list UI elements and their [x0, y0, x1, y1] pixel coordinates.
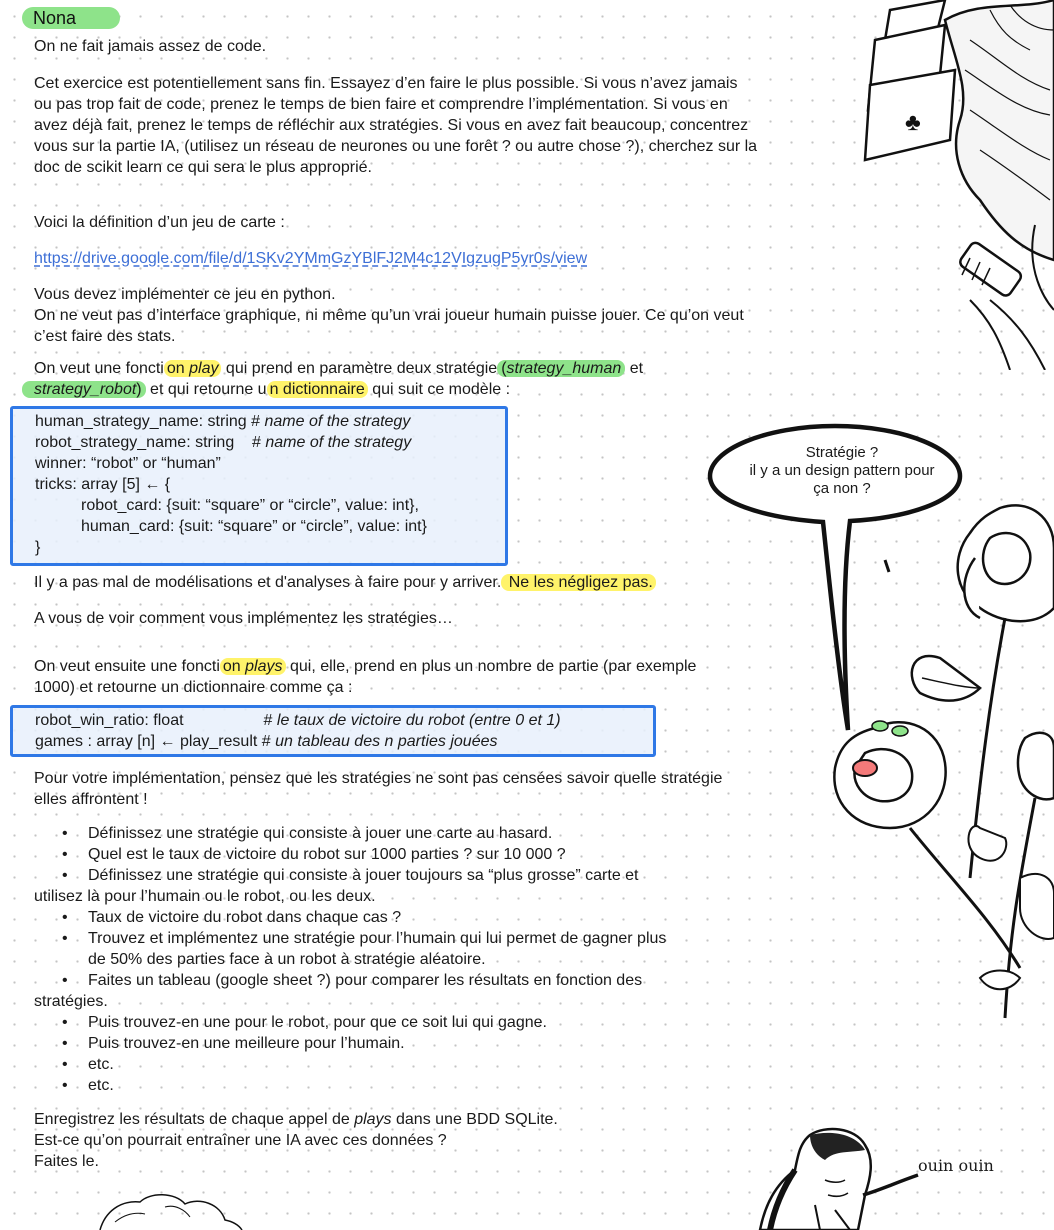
plays-function-paragraph: On veut ensuite une foncti on plays qui, … — [34, 658, 697, 696]
model-line: robot_strategy_name: string # name of th… — [35, 434, 412, 451]
model-line: human_card: {suit: “square” or “circle”,… — [81, 518, 427, 535]
list-item-continuation: de 50% des parties face à un robot à str… — [88, 951, 486, 968]
list-item: Puis trouvez-en une pour le robot, pour … — [60, 1012, 760, 1033]
list-item: etc. — [60, 1075, 760, 1096]
plays-result-model-box: robot_win_ratio: float # le taux de vict… — [10, 705, 656, 757]
model-line: winner: “robot” or “human” — [35, 455, 221, 472]
implementation-paragraph: Vous devez implémenter ce jeu en python.… — [34, 284, 759, 347]
strategies-line: A vous de voir comment vous implémentez … — [34, 610, 453, 627]
strategy-human-keyword: strategy_human — [506, 360, 622, 377]
game-rules-link[interactable]: https://drive.google.com/file/d/1SKv2YMm… — [34, 250, 587, 267]
play-highlight: on play — [163, 360, 222, 377]
list-item: Quel est le taux de victoire du robot su… — [60, 844, 760, 865]
plays-keyword: plays — [245, 658, 283, 675]
plays-highlight: on plays — [219, 658, 286, 675]
person-illustration — [758, 1127, 919, 1230]
play-result-model-box: human_strategy_name: string # name of th… — [10, 406, 508, 566]
list-item: Définissez une stratégie qui consiste à … — [60, 823, 760, 844]
speech-bubble-text: Stratégie ? il y a un design pattern pou… — [749, 444, 935, 497]
model-line: } — [35, 539, 41, 556]
strategy-robot-highlight: strategy_robot) — [22, 381, 146, 398]
strategy-human-highlight: (strategy_human — [497, 360, 626, 377]
no-ui-line: On ne veut pas d’interface graphique, ni… — [34, 307, 744, 345]
intro-paragraph: Cet exercice est potentiellement sans fi… — [34, 75, 758, 176]
model-line: robot_win_ratio: float # le taux de vict… — [35, 712, 561, 729]
game-rules-link-row: https://drive.google.com/file/d/1SKv2YMm… — [34, 248, 759, 269]
list-item-continuation: stratégies. — [34, 993, 108, 1010]
outro-paragraph: Enregistrez les résultats de chaque appe… — [34, 1109, 759, 1172]
list-item: Définissez une stratégie qui consiste à … — [60, 865, 760, 886]
play-text-2: qui prend en paramètre deux stratégie — [221, 360, 498, 377]
implement-line: Vous devez implémenter ce jeu en python. — [34, 286, 336, 303]
dont-neglect-highlight: Ne les négligez pas. — [501, 574, 656, 591]
play-function-paragraph: On veut une foncti on play qui prend en p… — [22, 358, 762, 400]
model-line: games : array [n] ← play_result # un tab… — [35, 733, 498, 750]
list-item: Faites un tableau (google sheet ?) pour … — [60, 970, 760, 991]
page-title-tag: Nona — [22, 7, 120, 29]
club-icon: ♣ — [905, 109, 921, 136]
outro-line: Enregistrez les résultats de chaque appe… — [34, 1111, 558, 1128]
analysis-line: Il y a pas mal de modélisations et d'ana… — [34, 572, 774, 593]
ouin-ouin-caption: ouin ouin — [918, 1156, 994, 1175]
and-text: et — [625, 360, 644, 377]
cloud-sketch — [99, 1194, 243, 1230]
model-line: tricks: array [5] ← { — [35, 476, 171, 493]
intro-line: On ne fait jamais assez de code. — [34, 38, 267, 55]
play-text-3: et qui retourne u — [145, 381, 267, 398]
hand-with-cards-illustration: ♣ — [863, 0, 1054, 370]
play-keyword: play — [189, 360, 219, 377]
list-item: etc. — [60, 1054, 760, 1075]
roses-illustration — [833, 504, 1054, 1019]
list-item-continuation: utilisez là pour l’humain ou le robot, o… — [34, 888, 376, 905]
dictionary-highlight: n dictionnaire — [266, 381, 368, 398]
list-item: Puis trouvez-en une meilleure pour l’hum… — [60, 1033, 760, 1054]
outro-line: Est-ce qu’on pourrait entraîner une IA a… — [34, 1132, 447, 1149]
play-text-4: qui suit ce modèle : — [367, 381, 511, 398]
model-line: human_strategy_name: string # name of th… — [35, 413, 411, 430]
model-line: robot_card: {suit: “square” or “circle”,… — [81, 497, 419, 514]
play-text-1: On veut une foncti — [34, 360, 164, 377]
list-item: Trouvez et implémentez une stratégie pou… — [60, 928, 760, 949]
game-definition-text: Voici la définition d’un jeu de carte : — [34, 214, 285, 231]
strategy-robot-keyword: strategy_robot — [34, 381, 137, 398]
list-item: Taux de victoire du robot dans chaque ca… — [60, 907, 760, 928]
task-list: Définissez une stratégie qui consiste à … — [34, 823, 760, 1096]
outro-line: Faites le. — [34, 1153, 99, 1170]
implementation-note: Pour votre implémentation, pensez que le… — [34, 770, 723, 808]
